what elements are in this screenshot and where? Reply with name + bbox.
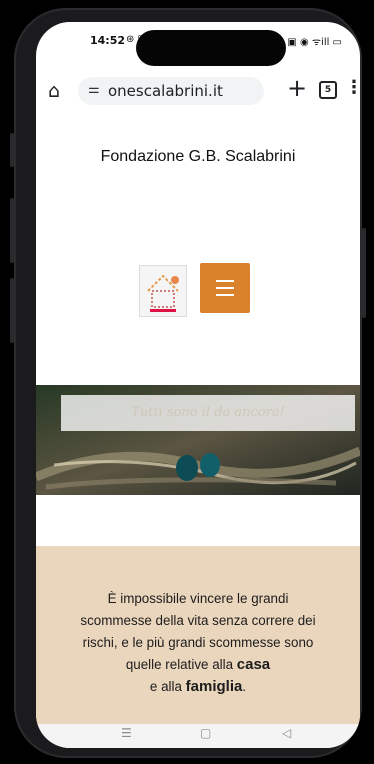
- phone-power-button: [362, 228, 366, 318]
- quote-line: e alla famiglia.: [46, 676, 350, 698]
- phone-volume-button: [10, 278, 14, 343]
- status-bar: 14:52 ⊛ ▣ ▣ ◉ ᯤill ▭: [36, 22, 360, 66]
- quote-text: È impossibile vincere le grandi scommess…: [46, 588, 350, 698]
- menu-bar: [216, 294, 234, 296]
- tune-icon[interactable]: ⚌: [88, 82, 100, 97]
- menu-toggle-button[interactable]: [200, 263, 250, 313]
- phone-volume-button: [10, 198, 14, 263]
- url-text: onescalabrini.it: [108, 82, 223, 100]
- quote-line: quelle relative alla casa: [46, 654, 350, 676]
- foundation-logo[interactable]: [139, 265, 187, 317]
- address-bar[interactable]: ⚌ onescalabrini.it: [78, 77, 264, 105]
- more-options-icon[interactable]: ⋮: [345, 77, 360, 98]
- quote-bold-word: famiglia: [185, 678, 243, 695]
- recent-apps-icon[interactable]: ☰: [121, 726, 132, 740]
- quote-line: scommesse della vita senza correre dei: [80, 613, 316, 628]
- phone-side-button: [10, 133, 14, 167]
- camera-notch: [136, 30, 286, 66]
- quote-text-part: quelle relative alla: [125, 657, 237, 672]
- menu-bar: [216, 287, 234, 289]
- new-tab-icon[interactable]: +: [287, 74, 307, 102]
- hero-image: Tutti sono il da ancora!: [36, 385, 360, 495]
- quote-text-part: e alla: [149, 679, 186, 694]
- site-title: Fondazione G.B. Scalabrini: [100, 148, 296, 165]
- home-icon[interactable]: ⌂: [48, 80, 60, 102]
- quote-line: rischi, e le più grandi scommesse sono: [82, 635, 314, 650]
- home-nav-icon[interactable]: ▢: [200, 726, 211, 740]
- status-time: 14:52: [90, 34, 126, 47]
- quote-line: È impossibile vincere le grandi: [107, 591, 289, 606]
- browser-toolbar: ⌂ ⚌ onescalabrini.it + 5 ⋮: [36, 74, 360, 114]
- menu-bar: [216, 280, 234, 282]
- house-logo-icon: [140, 266, 186, 316]
- tab-switcher-button[interactable]: 5: [319, 81, 337, 99]
- quote-bold-word: casa: [236, 656, 271, 673]
- hero-caption: Tutti sono il da ancora!: [61, 395, 355, 431]
- quote-punctuation: .: [242, 679, 247, 694]
- quote-section: È impossibile vincere le grandi scommess…: [36, 546, 360, 726]
- status-system-icons: ▣ ◉ ᯤill ▭: [287, 37, 342, 48]
- back-nav-icon[interactable]: ◁: [282, 726, 291, 740]
- android-nav-bar: ☰ ▢ ◁: [36, 724, 360, 748]
- phone-screen: 14:52 ⊛ ▣ ▣ ◉ ᯤill ▭ ⌂ ⚌ onescalabrini.i…: [36, 22, 360, 748]
